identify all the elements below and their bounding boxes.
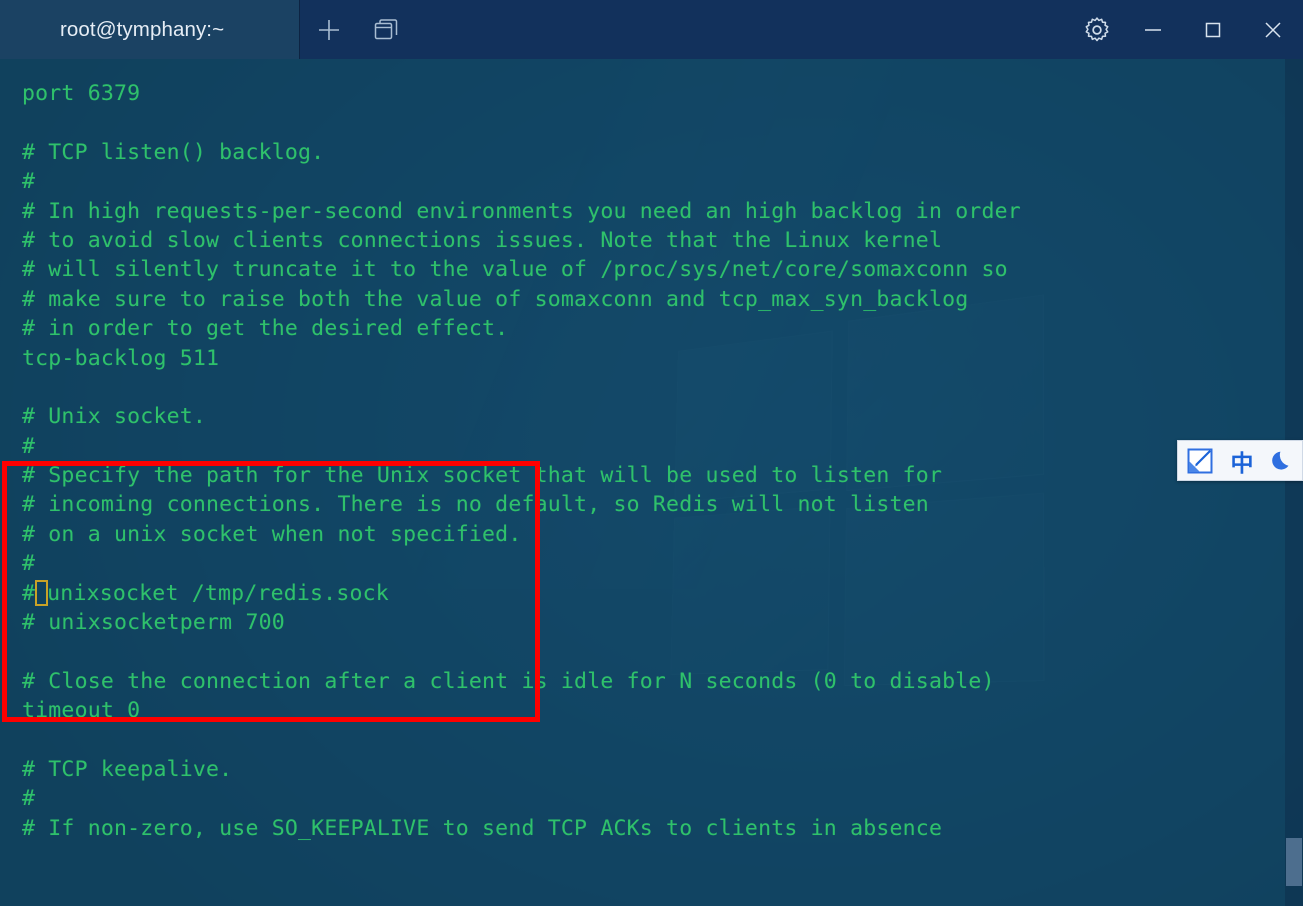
terminal-tab-active[interactable]: root@tymphany:~: [0, 0, 300, 59]
terminal-line: tcp-backlog 511: [22, 344, 1303, 373]
minimize-button[interactable]: [1123, 0, 1183, 59]
maximize-icon: [1202, 19, 1224, 41]
minimize-icon: [1142, 19, 1164, 41]
window-controls: [1123, 0, 1303, 59]
terminal-line: # on a unix socket when not specified.: [22, 520, 1303, 549]
terminal-line: [22, 373, 1303, 402]
tab-dropdown-button[interactable]: [358, 0, 416, 59]
terminal-line: [22, 726, 1303, 755]
terminal-window: root@tymphany:~ port 6379 # TCP listen()…: [0, 0, 1303, 906]
close-button[interactable]: [1243, 0, 1303, 59]
terminal-line: # to avoid slow clients connections issu…: [22, 226, 1303, 255]
terminal-line: # In high requests-per-second environmen…: [22, 197, 1303, 226]
terminal-line: # TCP keepalive.: [22, 755, 1303, 784]
close-icon: [1261, 18, 1285, 42]
terminal-line: # Unix socket.: [22, 402, 1303, 431]
terminal-line: timeout 0: [22, 696, 1303, 725]
terminal-line: #: [22, 549, 1303, 578]
gear-icon: [1083, 16, 1111, 44]
vertical-scrollbar-thumb[interactable]: [1286, 838, 1302, 886]
terminal-tab-title: root@tymphany:~: [60, 18, 224, 42]
terminal-line: # Close the connection after a client is…: [22, 667, 1303, 696]
new-tab-button[interactable]: [300, 0, 358, 59]
screen: 1.txt PW.txt root@tymphany:~: [0, 0, 1303, 906]
terminal-line: # unixsocketperm 700: [22, 608, 1303, 637]
crescent-moon-icon: [1270, 449, 1294, 473]
terminal-line: # If non-zero, use SO_KEEPALIVE to send …: [22, 814, 1303, 843]
tabbar-buttons: [300, 0, 416, 59]
terminal-line: # in order to get the desired effect.: [22, 314, 1303, 343]
ime-pen-button[interactable]: [1178, 440, 1221, 481]
maximize-button[interactable]: [1183, 0, 1243, 59]
terminal-line: # unixsocket /tmp/redis.sock: [22, 579, 1303, 608]
terminal-line: #: [22, 432, 1303, 461]
plus-icon: [316, 17, 342, 43]
terminal-line: # Specify the path for the Unix socket t…: [22, 461, 1303, 490]
terminal-titlebar[interactable]: root@tymphany:~: [0, 0, 1303, 59]
terminal-line: # make sure to raise both the value of s…: [22, 285, 1303, 314]
terminal-line: port 6379: [22, 79, 1303, 108]
terminal-text: port 6379 # TCP listen() backlog. # # In h…: [22, 79, 1303, 843]
vertical-scrollbar-track[interactable]: [1285, 59, 1303, 906]
terminal-line: # will silently truncate it to the value…: [22, 255, 1303, 284]
terminal-settings-button[interactable]: [1073, 0, 1121, 59]
pen-square-icon: [1187, 448, 1213, 474]
ime-moon-button[interactable]: [1263, 440, 1302, 481]
terminal-cursor: [35, 580, 48, 606]
terminal-line: [22, 108, 1303, 137]
ime-language-label[interactable]: 中: [1221, 440, 1262, 481]
terminal-line-text: #: [22, 581, 35, 606]
terminal-line: # incoming connections. There is no defa…: [22, 490, 1303, 519]
ime-language-bar[interactable]: 中: [1177, 440, 1303, 481]
window-list-icon: [374, 18, 400, 42]
terminal-line: [22, 637, 1303, 666]
terminal-line: # TCP listen() backlog.: [22, 138, 1303, 167]
titlebar-drag-region[interactable]: [416, 0, 1073, 59]
terminal-line-text: unixsocket /tmp/redis.sock: [47, 581, 389, 606]
terminal-line: #: [22, 167, 1303, 196]
terminal-content-area[interactable]: port 6379 # TCP listen() backlog. # # In h…: [0, 59, 1303, 906]
terminal-line: #: [22, 784, 1303, 813]
